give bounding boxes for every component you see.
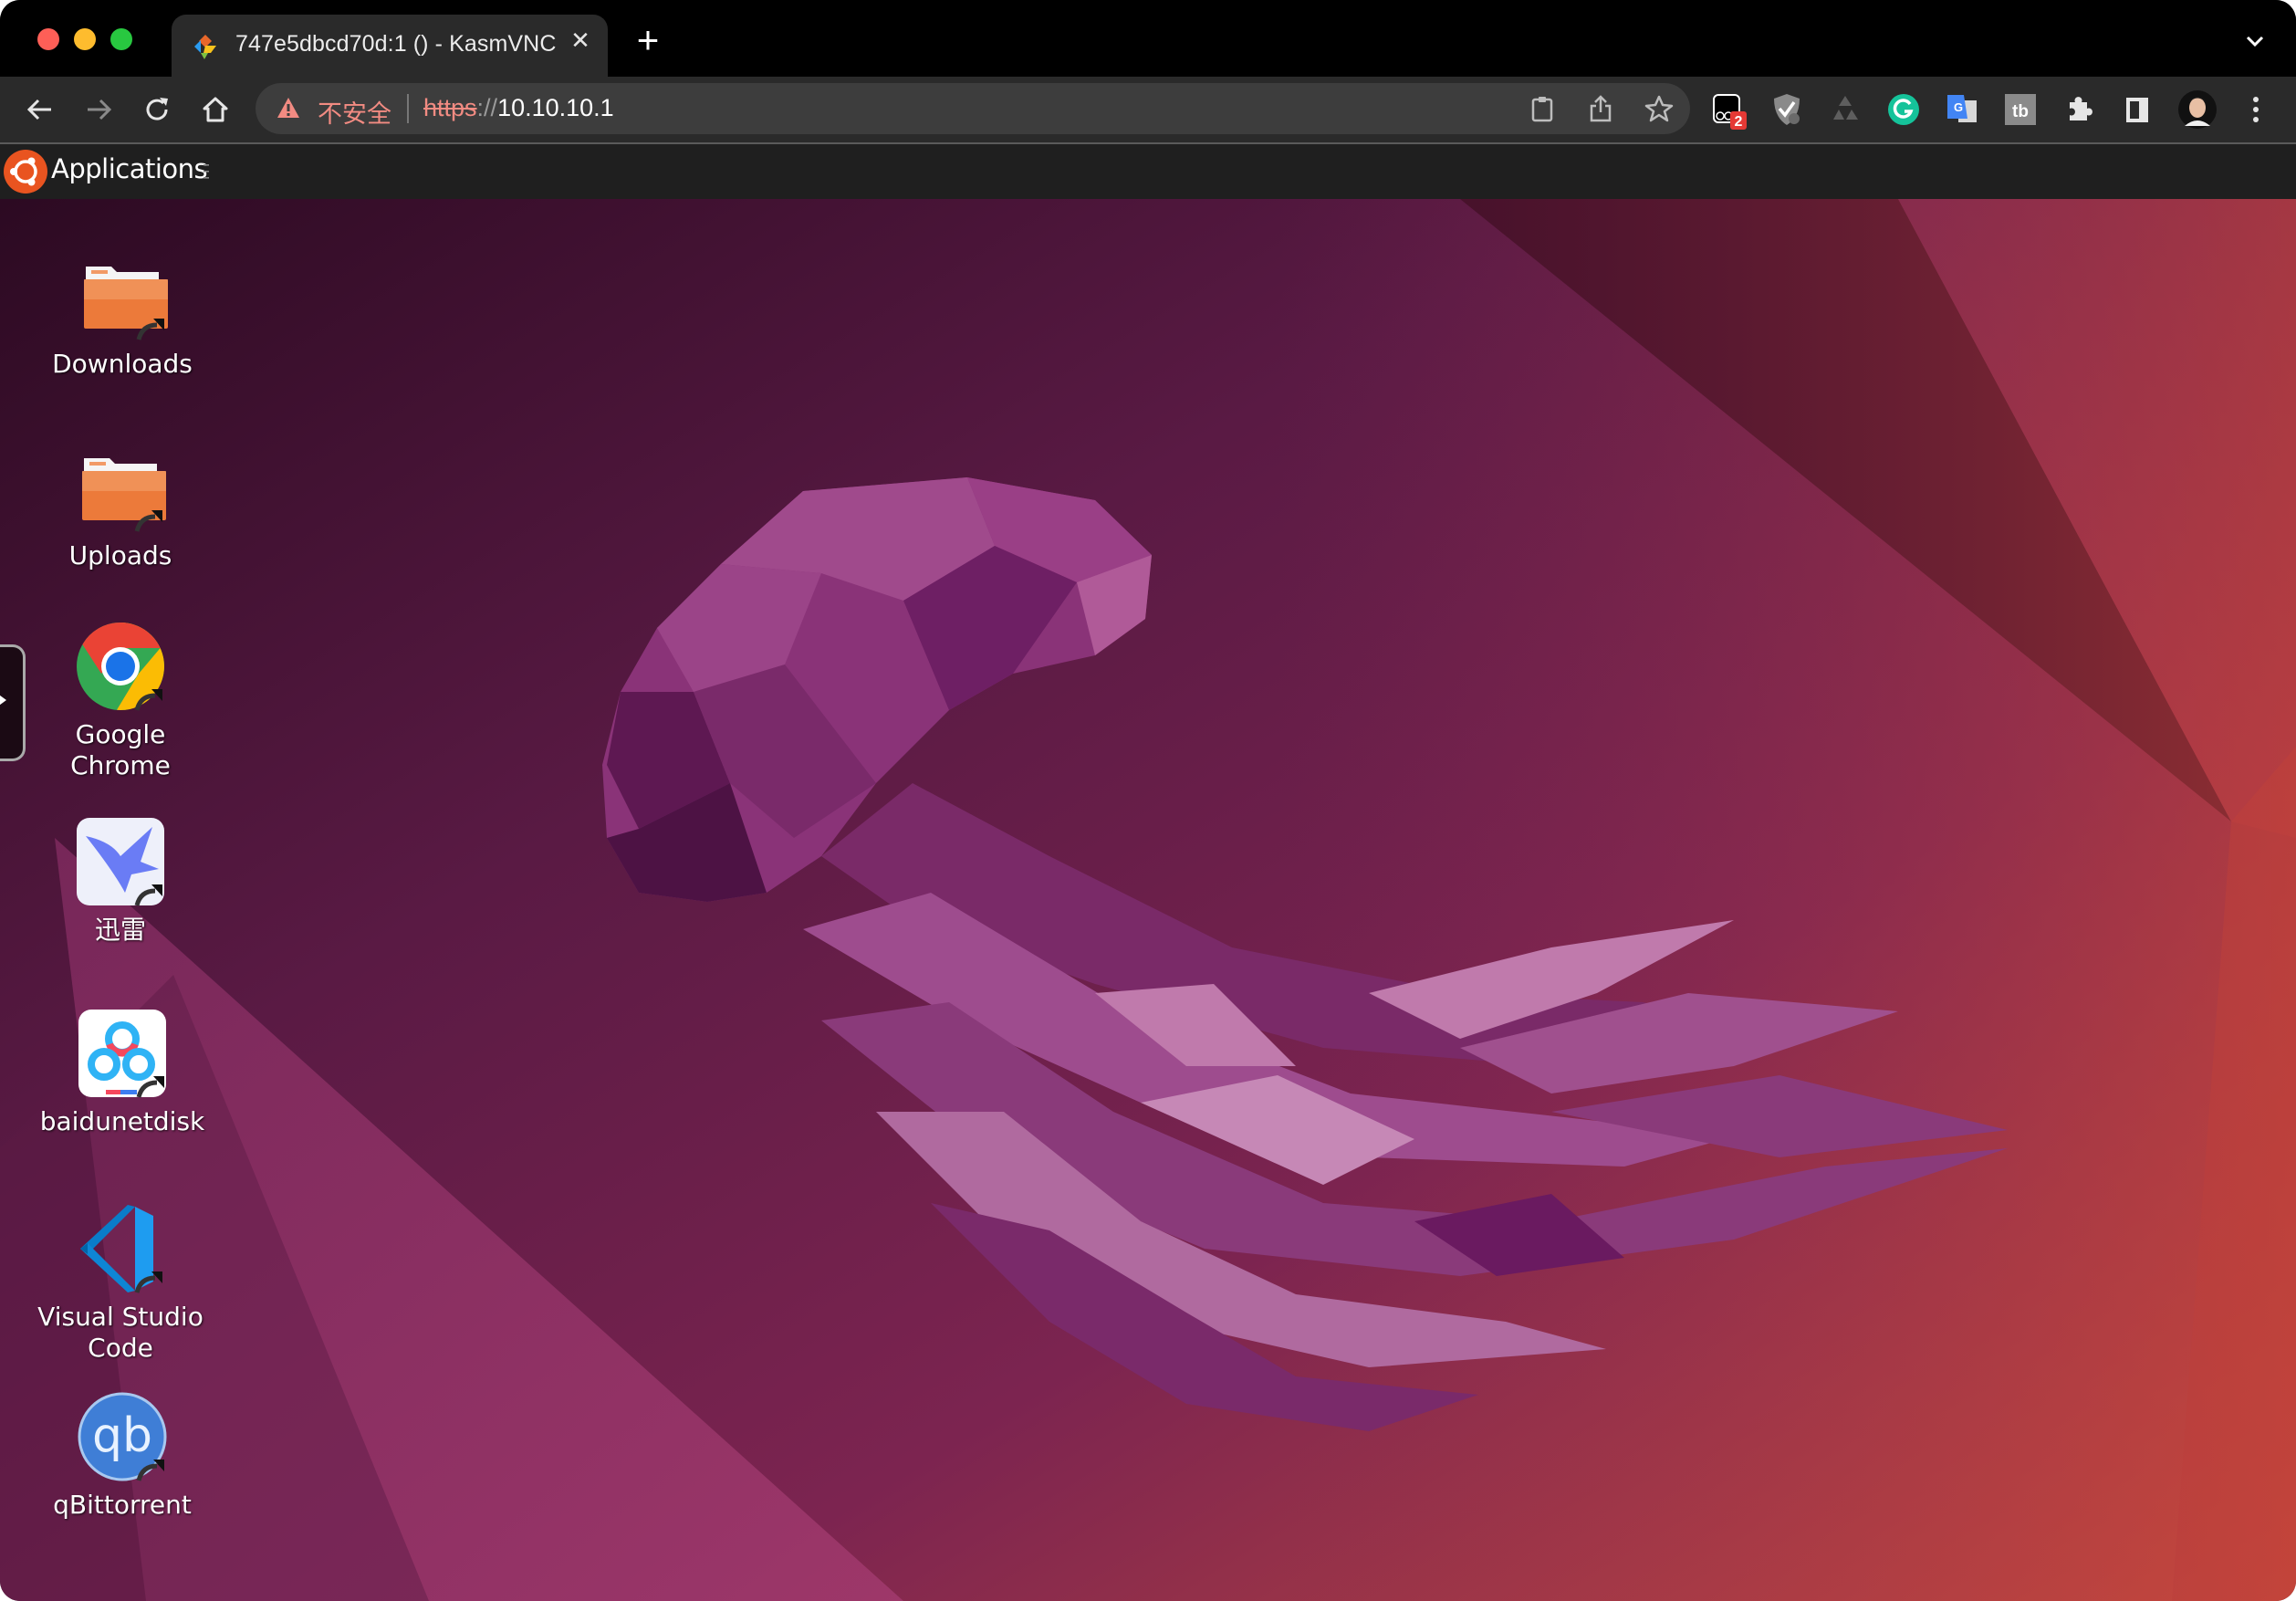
google-translate-icon: G (1947, 95, 1977, 122)
more-menu-icon (2253, 97, 2259, 122)
profile-avatar[interactable] (2177, 89, 2218, 130)
grammarly-button[interactable] (1884, 89, 1924, 130)
desktop-icon-google-chrome[interactable]: Google Chrome (20, 621, 221, 781)
label-line-2: Chrome (70, 750, 171, 780)
warning-icon[interactable] (276, 96, 301, 120)
close-window-button[interactable] (37, 28, 59, 50)
side-panel-icon (2126, 98, 2148, 122)
home-button[interactable] (195, 89, 235, 130)
desktop-icon-vscode[interactable]: Visual Studio Code (20, 1203, 221, 1364)
extension-badge-count: 2 (1735, 114, 1743, 130)
panel-grip-icon[interactable] (203, 162, 210, 181)
tab-title: 747e5dbcd70d:1 () - KasmVNC (235, 31, 557, 57)
ubuntu-jellyfish-wallpaper (0, 199, 2296, 1601)
label-line-1: Visual Studio (37, 1302, 204, 1332)
shortcut-arrow-icon (134, 689, 162, 711)
reload-icon (146, 98, 168, 120)
back-arrow-icon (26, 99, 51, 120)
not-secure-label[interactable]: 不安全 (318, 94, 391, 130)
recycle-button[interactable] (1825, 89, 1865, 130)
tab-strip: 747e5dbcd70d:1 () - KasmVNC ✕ + (0, 0, 2296, 77)
svg-text:tb: tb (2012, 102, 2029, 121)
extensions-button[interactable] (2059, 89, 2099, 130)
shortcut-arrow-icon (134, 884, 162, 906)
share-icon (1590, 95, 1612, 122)
clipboard-icon (1531, 97, 1553, 122)
desktop-icon-xunlei[interactable]: 迅雷 (20, 816, 221, 946)
extension-badge-button[interactable]: 2 (1708, 89, 1748, 130)
bookmark-star-icon (1644, 95, 1674, 122)
share-button[interactable] (1584, 92, 1617, 125)
url-text[interactable]: https://10.10.10.1 (423, 94, 614, 122)
address-bar[interactable]: 不安全 https://10.10.10.1 (256, 83, 1690, 134)
svg-text:qb: qb (92, 1408, 152, 1463)
extensions-puzzle-icon (2070, 97, 2092, 120)
grammarly-icon (1888, 94, 1919, 125)
minimize-window-button[interactable] (74, 28, 96, 50)
recycle-icon (1833, 96, 1858, 120)
reload-button[interactable] (137, 89, 177, 130)
adguard-button[interactable] (1767, 89, 1807, 130)
tb-extension-icon: tb (2005, 94, 2036, 125)
maximize-window-button[interactable] (110, 28, 132, 50)
applications-menu[interactable]: Applications (51, 153, 208, 184)
label-line-1: Google (75, 719, 166, 749)
url-scheme: https (423, 94, 477, 121)
browser-window: 747e5dbcd70d:1 () - KasmVNC ✕ + 不安全 http… (0, 0, 2296, 1601)
adguard-shield-icon (1774, 94, 1800, 125)
shortcut-arrow-icon (136, 1460, 164, 1481)
desktop[interactable]: Downloads Uploads Google Chrome 迅雷 baidu… (0, 199, 2296, 1601)
desktop-icon-baidunetdisk[interactable]: baidunetdisk (22, 1008, 223, 1137)
ubuntu-logo-icon[interactable] (4, 150, 47, 194)
desktop-icon-uploads[interactable]: Uploads (20, 442, 221, 571)
extension-badge-icon: 2 (1713, 94, 1747, 130)
forward-arrow-icon (88, 99, 112, 120)
desktop-icon-label: baidunetdisk (39, 1106, 205, 1136)
svg-text:G: G (1954, 100, 1963, 114)
shortcut-arrow-icon (136, 319, 164, 340)
home-icon (203, 97, 228, 122)
new-tab-button[interactable]: + (630, 21, 666, 60)
google-translate-button[interactable]: G (1942, 89, 1982, 130)
kasmvnc-icon (194, 35, 216, 59)
kasm-top-panel: Applications (0, 144, 2296, 199)
desktop-icon-qbittorrent[interactable]: qb qBittorrent (22, 1391, 223, 1521)
desktop-icon-label: qBittorrent (53, 1490, 192, 1520)
desktop-icon-label: Google Chrome (20, 719, 221, 781)
chevron-down-icon[interactable] (2240, 29, 2270, 53)
avatar-image (2178, 90, 2217, 129)
desktop-icon-label: Downloads (52, 349, 193, 379)
shortcut-arrow-icon (134, 510, 162, 532)
clipboard-button[interactable] (1526, 92, 1559, 125)
desktop-icon-label: Uploads (68, 540, 172, 570)
url-separator: :// (476, 94, 498, 121)
desktop-icon-label: 迅雷 (94, 915, 146, 945)
desktop-icon-downloads[interactable]: Downloads (22, 250, 223, 380)
tb-extension-button[interactable]: tb (2000, 89, 2040, 130)
url-host: 10.10.10.1 (497, 94, 614, 121)
close-tab-icon[interactable]: ✕ (568, 27, 593, 53)
label-line-2: Code (88, 1333, 153, 1363)
bookmark-button[interactable] (1643, 92, 1675, 125)
expand-arrow-icon (0, 693, 6, 707)
shortcut-arrow-icon (136, 1076, 164, 1098)
omnibox-divider (407, 94, 409, 123)
back-button[interactable] (20, 89, 60, 130)
tab-kasmvnc[interactable]: 747e5dbcd70d:1 () - KasmVNC ✕ (172, 15, 608, 77)
shortcut-arrow-icon (134, 1271, 162, 1293)
desktop-icon-label: Visual Studio Code (20, 1302, 221, 1364)
forward-button[interactable] (78, 89, 119, 130)
browser-toolbar: 不安全 https://10.10.10.1 2 G tb (0, 77, 2296, 144)
more-menu-button[interactable] (2236, 89, 2276, 130)
side-panel-button[interactable] (2117, 89, 2157, 130)
